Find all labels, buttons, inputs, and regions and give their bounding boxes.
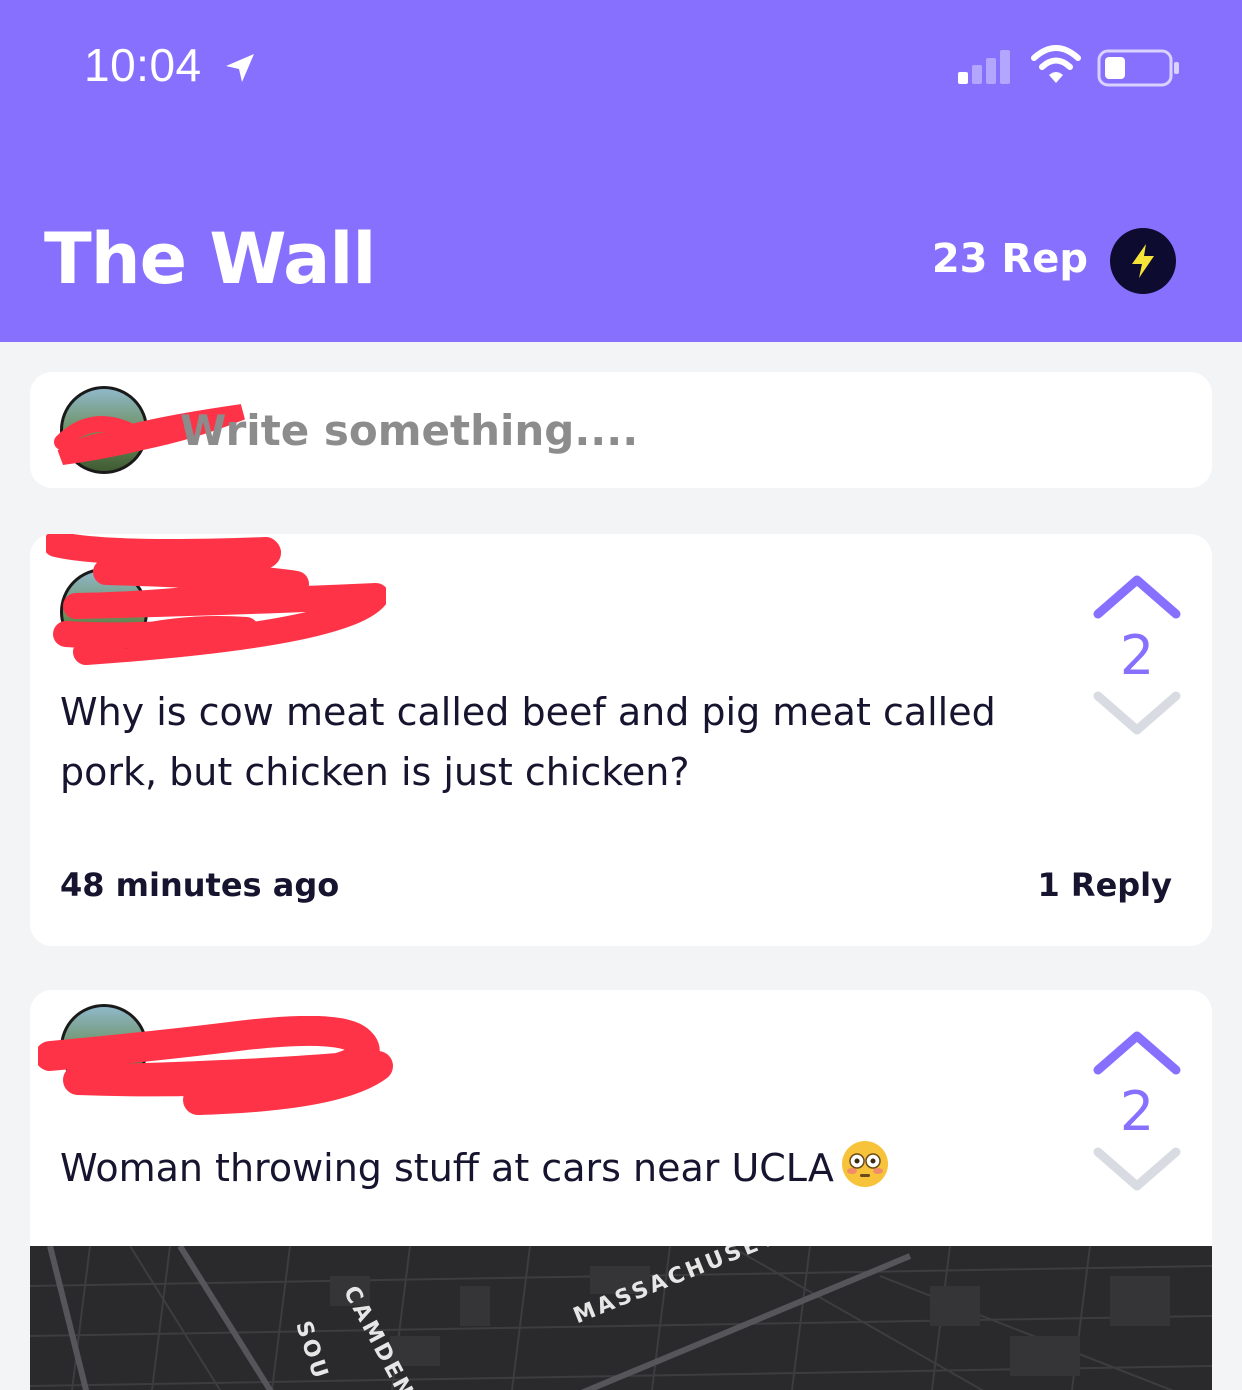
upvote-chevron-icon[interactable] (1092, 570, 1182, 622)
post-text: Why is cow meat called beef and pig meat… (60, 690, 996, 794)
upvote-chevron-icon[interactable] (1092, 1026, 1182, 1078)
composer-card[interactable] (30, 372, 1212, 488)
rep-badge[interactable] (1110, 228, 1176, 294)
vote-controls: 2 (1092, 1026, 1182, 1196)
redaction-scribble (38, 1016, 393, 1115)
status-time: 10:04 (84, 39, 202, 91)
flushed-face-emoji (841, 1141, 888, 1187)
vote-controls: 2 (1092, 570, 1182, 740)
page-title: The Wall (44, 218, 376, 300)
map-streets (30, 1246, 1212, 1390)
post-card[interactable]: Why is cow meat called beef and pig meat… (30, 534, 1212, 946)
wifi-icon (1031, 45, 1081, 83)
redaction-scribble (46, 534, 386, 665)
downvote-chevron-icon[interactable] (1092, 1144, 1182, 1196)
post-card[interactable]: Woman throwing stuff at cars near UCLA 2 (30, 990, 1212, 1390)
post-text: Woman throwing stuff at cars near UCLA (60, 1138, 1040, 1198)
lightning-bolt-icon (1132, 244, 1154, 278)
cellular-signal-icon (958, 50, 1010, 84)
reply-count-link[interactable]: 1 Reply (1038, 866, 1172, 904)
vote-count: 2 (1119, 1080, 1155, 1143)
location-arrow-icon (226, 54, 254, 82)
map-preview[interactable]: MASSACHUSETTS AVE. CAMDEN SOU (30, 1246, 1212, 1390)
app-header: 10:04 The Wall 23 Rep (0, 0, 1242, 342)
rep-count[interactable]: 23 Rep (932, 236, 1088, 282)
downvote-chevron-icon[interactable] (1092, 688, 1182, 740)
composer-input[interactable] (180, 400, 1080, 460)
battery-icon (1097, 49, 1179, 87)
vote-count: 2 (1119, 624, 1155, 687)
post-timestamp: 48 minutes ago (60, 866, 340, 904)
post-text-content: Woman throwing stuff at cars near UCLA (60, 1146, 834, 1190)
